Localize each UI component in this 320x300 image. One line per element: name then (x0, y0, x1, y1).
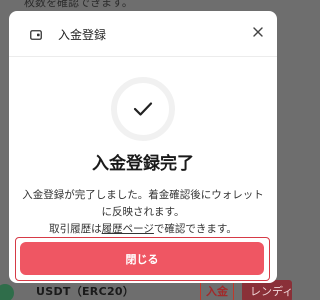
success-check-circle (111, 77, 175, 141)
close-button-highlight: 閉じる (15, 237, 270, 281)
message-history-suffix: で確認できます。 (153, 223, 237, 235)
close-button[interactable]: 閉じる (20, 242, 264, 275)
completion-heading: 入金登録完了 (92, 154, 194, 174)
message-line-2: に反映されます。 (101, 206, 185, 218)
check-icon (133, 102, 153, 116)
history-page-link[interactable]: 履歴ページ (102, 223, 154, 235)
lending-button[interactable]: レンディ (242, 280, 293, 300)
dialog-header: 入金登録 (9, 11, 277, 57)
deposit-button[interactable]: 入金 (200, 280, 234, 300)
coin-icon (0, 284, 14, 300)
message-line-1: 入金登録が完了しました。着金確認後にウォレット (22, 189, 264, 201)
completion-message: 入金登録が完了しました。着金確認後にウォレット に反映されます。 取引履歴は履歴… (9, 187, 277, 238)
background-description-text: 枚数を確認できます。 (24, 0, 133, 9)
asset-row: USDT（ERC20） 入金 レンディ (0, 280, 293, 300)
message-line-3: 取引履歴は履歴ページで確認できます。 (9, 221, 277, 238)
close-icon[interactable] (250, 24, 266, 40)
wallet-icon (30, 30, 42, 40)
dialog-title: 入金登録 (58, 28, 107, 42)
message-history-prefix: 取引履歴は (49, 223, 102, 235)
coin-name: USDT（ERC20） (36, 285, 135, 298)
deposit-complete-dialog: 入金登録 入金登録完了 入金登録が完了しました。着金確認後にウォレット に反映さ… (9, 11, 277, 283)
